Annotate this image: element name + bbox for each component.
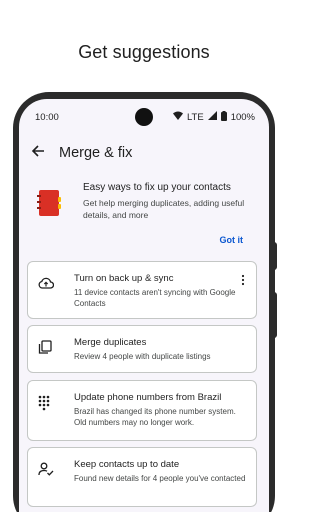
merge-duplicates-card[interactable]: Merge duplicates Review 4 people with du…	[27, 325, 257, 373]
keep-contacts-updated-card[interactable]: Keep contacts up to date Found new detai…	[27, 447, 257, 507]
card-title: Turn on back up & sync	[74, 273, 174, 284]
phone-screen: 10:00 LTE 100% Merge & fix Easy ways to …	[19, 99, 269, 512]
card-body: 11 device contacts aren't syncing with G…	[74, 288, 236, 308]
merge-duplicates-icon	[38, 340, 52, 364]
backup-sync-card[interactable]: Turn on back up & sync 11 device contact…	[27, 261, 257, 319]
got-it-button[interactable]: Got it	[220, 235, 244, 245]
update-phone-numbers-card[interactable]: Update phone numbers from Brazil Brazil …	[27, 380, 257, 441]
camera-cutout	[135, 108, 153, 126]
wifi-icon	[172, 111, 183, 123]
network-type: LTE	[186, 111, 204, 123]
status-time: 10:00	[35, 111, 59, 123]
status-icons: LTE 100%	[172, 110, 255, 124]
phone-side-button	[273, 242, 277, 270]
card-body: Found new details for 4 people you've co…	[74, 474, 246, 483]
promo-title: Easy ways to fix up your contacts	[83, 182, 231, 193]
back-arrow-icon[interactable]	[31, 144, 45, 163]
page-title: Merge & fix	[59, 145, 133, 161]
signal-icon	[207, 111, 217, 123]
card-body: Review 4 people with duplicate listings	[74, 352, 211, 361]
phone-volume-button	[273, 292, 277, 338]
cloud-upload-icon	[38, 276, 55, 310]
promo-banner: Easy ways to fix up your contacts Get he…	[27, 177, 261, 251]
card-title: Keep contacts up to date	[74, 459, 180, 470]
card-title: Update phone numbers from Brazil	[74, 392, 222, 403]
more-options-icon[interactable]	[238, 272, 248, 310]
card-body: Brazil has changed its phone number syst…	[74, 407, 236, 427]
caption-title: Get suggestions	[78, 42, 210, 62]
battery-level: 100%	[230, 111, 255, 123]
app-bar: Merge & fix	[19, 139, 269, 167]
person-check-icon	[38, 462, 54, 498]
promo-body: Get help merging duplicates, adding usef…	[83, 198, 245, 220]
card-title: Merge duplicates	[74, 337, 147, 348]
dialpad-icon	[38, 395, 50, 432]
battery-icon	[220, 110, 227, 124]
contact-book-illustration	[27, 177, 67, 251]
